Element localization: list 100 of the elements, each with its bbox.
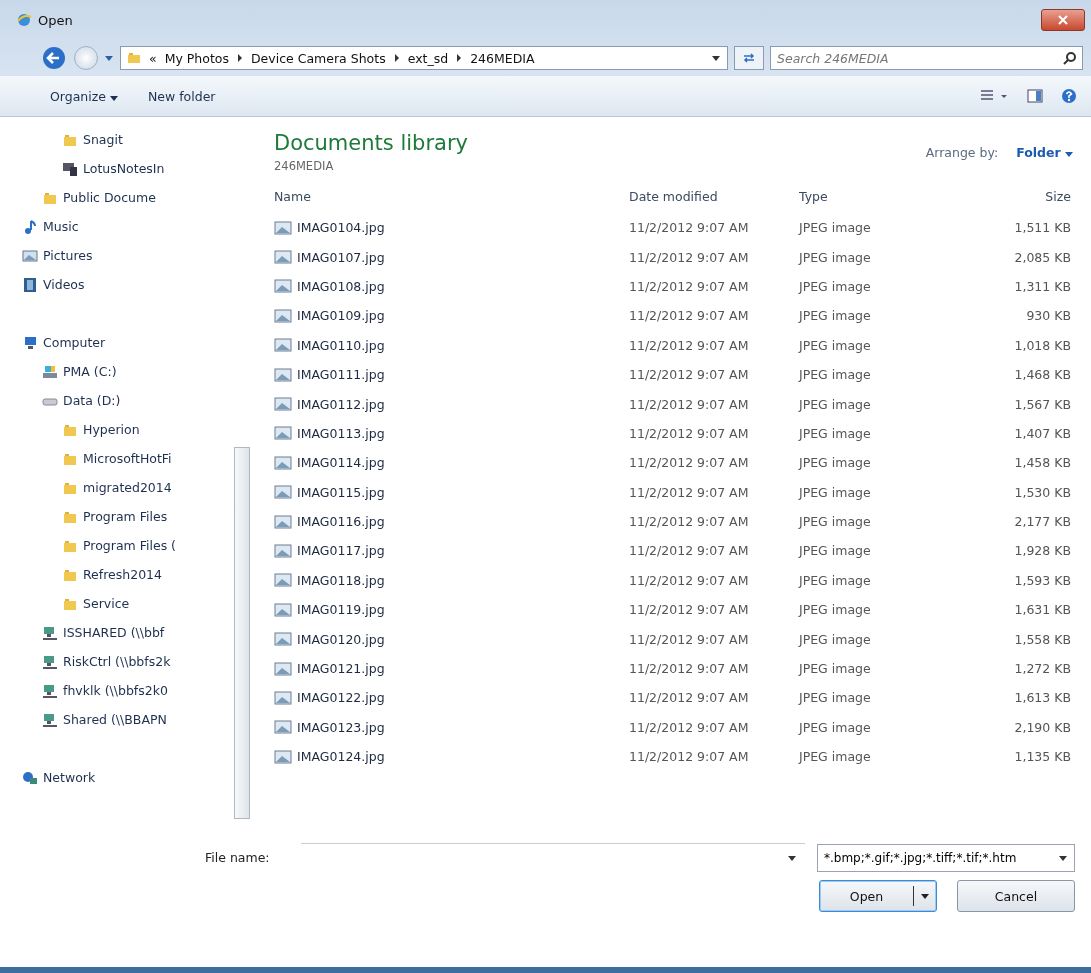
file-row[interactable]: IMAG0122.jpg 11/2/2012 9:07 AM JPEG image 1,613 KB [274,683,1081,713]
file-row[interactable]: IMAG0118.jpg 11/2/2012 9:07 AM JPEG image 1,593 KB [274,565,1081,596]
cancel-button[interactable]: Cancel [957,880,1075,912]
image-file-icon [274,485,292,500]
arrange-dropdown[interactable]: Folder [1008,142,1081,162]
globe-icon [16,12,32,28]
column-header[interactable]: Size [939,188,1081,204]
sidebar-item[interactable]: RiskCtrl (\\bbfs2k [0,647,234,676]
table-cell-text: 1,613 KB [1013,690,1072,706]
table-cell-text: JPEG image [799,425,872,441]
sidebar-item[interactable]: LotusNotesIn [0,154,234,183]
new-folder-button[interactable]: New folder [142,84,222,108]
back-button[interactable] [40,44,68,72]
sidebar-item[interactable]: Pictures [0,241,234,270]
table-cell-text: JPEG image [799,220,872,236]
file-row[interactable]: IMAG0108.jpg 11/2/2012 9:07 AM JPEG image 1,311 KB [274,271,1081,302]
table-cell-text: 1,272 KB [1013,661,1072,677]
sidebar-item[interactable]: fhvklk (\\bbfs2k0 [0,676,234,705]
file-row[interactable]: IMAG0124.jpg 11/2/2012 9:07 AM JPEG image 1,135 KB [274,742,1081,772]
file-row[interactable]: IMAG0104.jpg 11/2/2012 9:07 AM JPEG image 1,511 KB [274,213,1081,243]
address-bar[interactable]: « My Photos Device Camera Shots ext_sd 246MEDIA [120,46,728,70]
image-file-icon [274,573,292,588]
breadcrumb-item[interactable]: Device Camera Shots [251,50,386,66]
sidebar-item[interactable]: Program Files ( [0,531,234,560]
caret-icon[interactable] [711,54,721,62]
file-type-dropdown[interactable]: *.bmp;*.gif;*.jpg;*.tiff;*.tif;*.htm [817,843,1075,872]
file-name: IMAG0117.jpg [297,543,385,559]
overflow-chevron[interactable]: « [149,50,157,66]
table-cell-text: 11/2/2012 9:07 AM [629,484,750,500]
column-header[interactable]: Type [799,188,939,204]
image-file-icon [274,279,292,294]
table-cell-text: 11/2/2012 9:07 AM [629,719,750,735]
preview-pane-icon[interactable] [1027,88,1043,104]
scrollbar[interactable] [234,447,250,819]
sidebar-item[interactable]: Snagit [0,125,234,154]
file-name: IMAG0118.jpg [297,572,385,588]
image-file-icon [274,632,292,647]
file-name: IMAG0104.jpg [297,220,385,236]
table-cell-text: JPEG image [799,484,872,500]
file-row[interactable]: IMAG0114.jpg 11/2/2012 9:07 AM JPEG image 1,458 KB [274,448,1081,478]
image-file-icon [274,367,292,382]
table-cell-text: JPEG image [799,396,872,412]
table-cell-text: JPEG image [799,543,872,559]
table-cell-text: 11/2/2012 9:07 AM [629,572,750,588]
file-row[interactable]: IMAG0110.jpg 11/2/2012 9:07 AM JPEG image 1,018 KB [274,330,1081,360]
sidebar-item[interactable]: Shared (\\BBAPN [0,705,234,734]
table-cell-text: JPEG image [799,367,872,383]
sidebar-item[interactable]: Public Docume [0,183,234,212]
sidebar-item[interactable]: Computer [0,328,234,357]
table-cell-text: JPEG image [799,749,872,765]
sidebar-item[interactable]: MicrosoftHotFi [0,444,234,473]
search-field[interactable]: Search 246MEDIA [770,46,1083,70]
sidebar-item[interactable]: PMA (C:) [0,357,234,386]
file-row[interactable]: IMAG0112.jpg 11/2/2012 9:07 AM JPEG image 1,567 KB [274,389,1081,419]
breadcrumb-item[interactable]: 246MEDIA [470,50,535,66]
table-cell-text: 1,311 KB [1013,278,1072,294]
file-row[interactable]: IMAG0115.jpg 11/2/2012 9:07 AM JPEG image 1,530 KB [274,477,1081,507]
chevron-icon[interactable] [393,54,400,62]
file-row[interactable]: IMAG0117.jpg 11/2/2012 9:07 AM JPEG image 1,928 KB [274,536,1081,566]
sidebar-item[interactable]: Service [0,589,234,618]
table-cell-text: JPEG image [799,337,872,353]
breadcrumb-item[interactable]: ext_sd [407,50,449,66]
sidebar-item[interactable]: Data (D:) [0,386,234,415]
file-row[interactable]: IMAG0109.jpg 11/2/2012 9:07 AM JPEG image 930 KB [274,301,1081,331]
table-cell-text: 11/2/2012 9:07 AM [629,278,750,294]
sidebar-item[interactable]: Refresh2014 [0,560,234,589]
file-row[interactable]: IMAG0121.jpg 11/2/2012 9:07 AM JPEG image 1,272 KB [274,653,1081,684]
column-header[interactable]: Date modified [629,188,799,204]
file-name: IMAG0119.jpg [297,602,385,618]
table-cell-text: 1,593 KB [1013,572,1072,588]
help-icon[interactable] [1061,88,1077,104]
sidebar-item[interactable]: migrated2014 [0,473,234,502]
sidebar-item[interactable]: Videos [0,270,234,299]
sidebar-item[interactable]: ISSHARED (\\bbf [0,618,234,647]
file-row[interactable]: IMAG0111.jpg 11/2/2012 9:07 AM JPEG image 1,468 KB [274,359,1081,390]
file-row[interactable]: IMAG0123.jpg 11/2/2012 9:07 AM JPEG image 2,190 KB [274,712,1081,743]
organize-button[interactable]: Organize [44,84,124,108]
sidebar-item[interactable]: Music [0,212,234,241]
sidebar-item[interactable]: Program Files [0,502,234,531]
chevron-icon[interactable] [237,54,243,62]
file-row[interactable]: IMAG0120.jpg 11/2/2012 9:07 AM JPEG image 1,558 KB [274,624,1081,654]
chevron-icon[interactable] [456,54,463,62]
refresh-button[interactable] [734,46,764,70]
sidebar-item[interactable]: Network [0,763,234,792]
file-row[interactable]: IMAG0116.jpg 11/2/2012 9:07 AM JPEG image 2,177 KB [274,506,1081,537]
table-cell-text: 1,530 KB [1013,484,1072,500]
caret-icon [787,854,797,862]
caret-icon [1058,853,1068,862]
caret-icon [1065,150,1073,157]
arrange-label: Arrange by: [925,144,999,160]
breadcrumb-item[interactable]: My Photos [164,50,229,66]
column-header[interactable]: Name [274,188,629,204]
file-row[interactable]: IMAG0113.jpg 11/2/2012 9:07 AM JPEG image 1,407 KB [274,418,1081,449]
file-row[interactable]: IMAG0107.jpg 11/2/2012 9:07 AM JPEG image 2,085 KB [274,242,1081,272]
sidebar-item[interactable]: Hyperion [0,415,234,444]
file-row[interactable]: IMAG0119.jpg 11/2/2012 9:07 AM JPEG image 1,631 KB [274,595,1081,625]
table-cell-text: JPEG image [799,249,872,265]
refresh-arrows-icon [742,52,756,64]
open-button[interactable]: Open [819,880,937,912]
close-button[interactable] [1041,9,1085,31]
